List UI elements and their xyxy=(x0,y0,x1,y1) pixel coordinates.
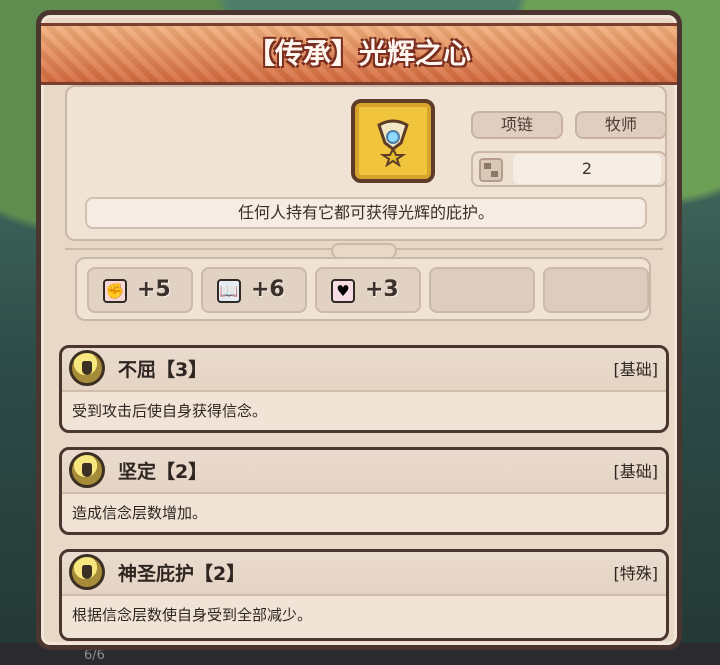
empty-stat-slot xyxy=(543,267,649,313)
skill-name: 不屈【3】 xyxy=(118,359,208,381)
capacity-value: 2 xyxy=(513,154,661,184)
capacity-field: 2 xyxy=(471,151,667,187)
necklace-icon xyxy=(377,119,409,167)
skill-tag: [基础] xyxy=(613,360,659,379)
class-tag: 牧师 xyxy=(575,111,667,139)
item-icon-frame xyxy=(351,99,435,183)
skill-card[interactable]: 神圣庇护【2】 [特殊] 根据信念层数使自身受到全部减少。 xyxy=(59,549,669,641)
stat-bonuses: ✊ +5 📖 +6 ♥ +3 xyxy=(75,257,651,321)
book-icon: 📖 xyxy=(217,279,241,303)
skill-icon xyxy=(69,452,105,488)
skill-card[interactable]: 坚定【2】 [基础] 造成信念层数增加。 xyxy=(59,447,669,535)
item-tags: 项链 牧师 xyxy=(471,111,667,141)
skill-icon xyxy=(69,350,105,386)
skill-icon xyxy=(69,554,105,590)
item-info-section: 项链 牧师 2 任何人持有它都可获得光辉的庇护。 xyxy=(65,85,667,241)
section-divider xyxy=(65,241,663,259)
skill-header: 神圣庇护【2】 [特殊] xyxy=(62,552,666,596)
stat-value-strength: +5 xyxy=(137,277,171,302)
type-tag: 项链 xyxy=(471,111,563,139)
title-bar: 【传承】光辉之心 xyxy=(41,23,677,85)
skill-header: 坚定【2】 [基础] xyxy=(62,450,666,494)
stat-slot-intelligence[interactable]: 📖 +6 xyxy=(201,267,307,313)
stat-value-vitality: +3 xyxy=(365,277,399,302)
skill-tag: [特殊] xyxy=(613,564,659,583)
skill-header: 不屈【3】 [基础] xyxy=(62,348,666,392)
stat-slot-strength[interactable]: ✊ +5 xyxy=(87,267,193,313)
skill-tag: [基础] xyxy=(613,462,659,481)
skill-card[interactable]: 不屈【3】 [基础] 受到攻击后使自身获得信念。 xyxy=(59,345,669,433)
item-detail-panel: 【传承】光辉之心 项链 牧师 2 任何人持有它都可获得光辉的庇护。 ✊ +5 📖… xyxy=(36,10,682,650)
stat-value-intelligence: +6 xyxy=(251,277,285,302)
item-count: 6/6 xyxy=(84,648,105,663)
empty-stat-slot xyxy=(429,267,535,313)
item-description: 任何人持有它都可获得光辉的庇护。 xyxy=(85,197,647,229)
fist-icon: ✊ xyxy=(103,279,127,303)
heart-icon: ♥ xyxy=(331,279,355,303)
skill-name: 神圣庇护【2】 xyxy=(118,563,246,585)
skill-description: 造成信念层数增加。 xyxy=(72,504,208,522)
stat-slot-vitality[interactable]: ♥ +3 xyxy=(315,267,421,313)
item-title: 【传承】光辉之心 xyxy=(246,37,471,70)
slot-icon xyxy=(479,158,503,182)
skill-description: 受到攻击后使自身获得信念。 xyxy=(72,402,268,420)
skill-name: 坚定【2】 xyxy=(118,461,208,483)
skill-description: 根据信念层数使自身受到全部减少。 xyxy=(72,606,313,624)
